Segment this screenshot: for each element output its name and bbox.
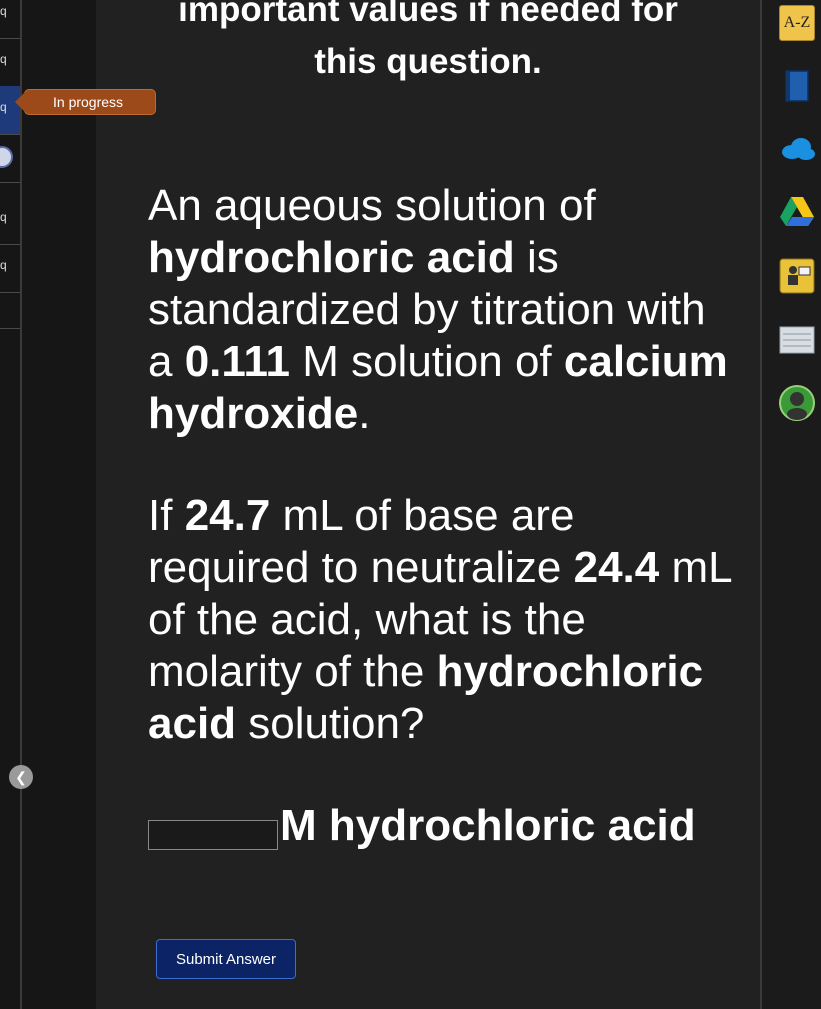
google-drive-icon[interactable] <box>778 192 816 230</box>
profile-icon[interactable] <box>778 384 816 422</box>
onedrive-icon[interactable] <box>778 130 816 168</box>
notes-icon[interactable] <box>778 321 816 359</box>
nav-item-current[interactable] <box>0 134 20 183</box>
nav-item-7[interactable] <box>0 292 20 329</box>
intro-line-2: this question. <box>314 42 542 81</box>
intro-text: important values if needed for this ques… <box>96 0 760 86</box>
answer-input[interactable] <box>148 820 278 850</box>
tutor-icon[interactable] <box>778 257 816 295</box>
gutter <box>22 0 96 1009</box>
submit-answer-button[interactable]: Submit Answer <box>156 939 296 979</box>
question-nav: q q q q q <box>0 0 22 1009</box>
current-indicator-icon <box>0 146 13 168</box>
nav-item-6[interactable]: q <box>0 244 20 293</box>
glossary-icon[interactable]: A-Z <box>779 5 815 41</box>
book-icon[interactable] <box>778 67 816 105</box>
collapse-button[interactable]: ❮ <box>9 765 33 789</box>
intro-line-1: important values if needed for <box>178 0 678 29</box>
answer-row: M hydrochloric acid <box>148 800 696 852</box>
chevron-left-icon: ❮ <box>15 769 27 785</box>
nav-item-5[interactable]: q <box>0 196 20 245</box>
answer-unit: M hydrochloric acid <box>280 801 696 850</box>
question-prompt: If 24.7 mL of base are required to neutr… <box>148 491 731 748</box>
tool-bar: A-Z <box>760 0 821 1009</box>
nav-item-1[interactable]: q <box>0 0 20 39</box>
nav-item-2[interactable]: q <box>0 38 20 87</box>
question-text: An aqueous solution of hydrochloric acid… <box>148 181 728 438</box>
status-badge: In progress <box>15 89 156 115</box>
